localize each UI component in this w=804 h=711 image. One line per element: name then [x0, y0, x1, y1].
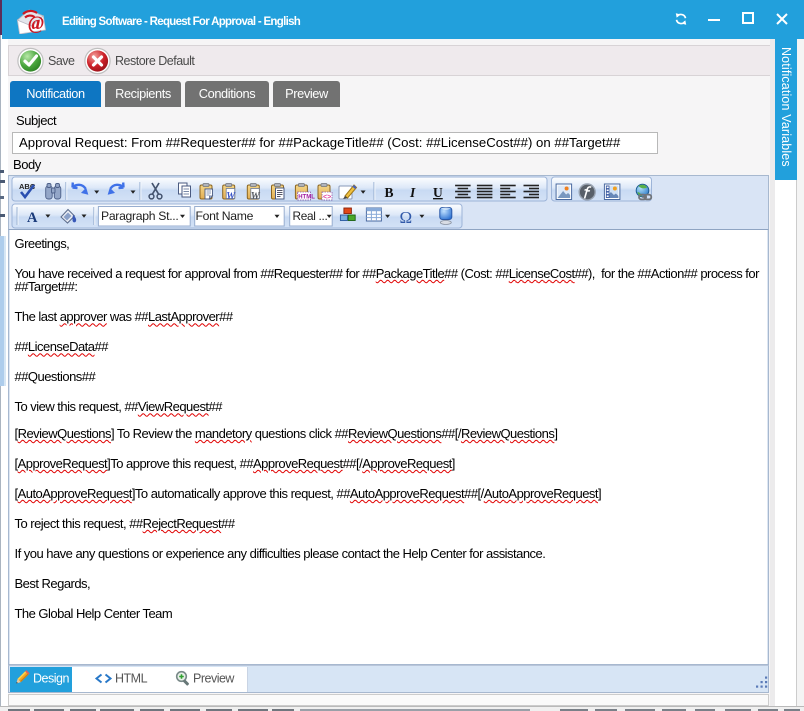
svg-text:HTML: HTML — [115, 672, 148, 686]
svg-text:W: W — [226, 191, 236, 202]
svg-text:B: B — [385, 185, 394, 200]
svg-text:<>: <> — [323, 194, 331, 201]
svg-text:A: A — [27, 210, 38, 226]
svg-text:U: U — [433, 185, 443, 200]
svg-text:W: W — [251, 191, 261, 202]
svg-text:Preview: Preview — [193, 672, 235, 686]
svg-text:Real ...: Real ... — [293, 209, 328, 223]
svg-text:Paragraph St...: Paragraph St... — [101, 209, 178, 223]
svg-text:HTML: HTML — [298, 195, 315, 201]
svg-text:I: I — [409, 185, 416, 200]
svg-text:@: @ — [28, 13, 44, 34]
svg-text:Design: Design — [33, 672, 69, 686]
svg-text:Font Name: Font Name — [196, 209, 254, 223]
svg-text:Ω: Ω — [400, 208, 413, 227]
